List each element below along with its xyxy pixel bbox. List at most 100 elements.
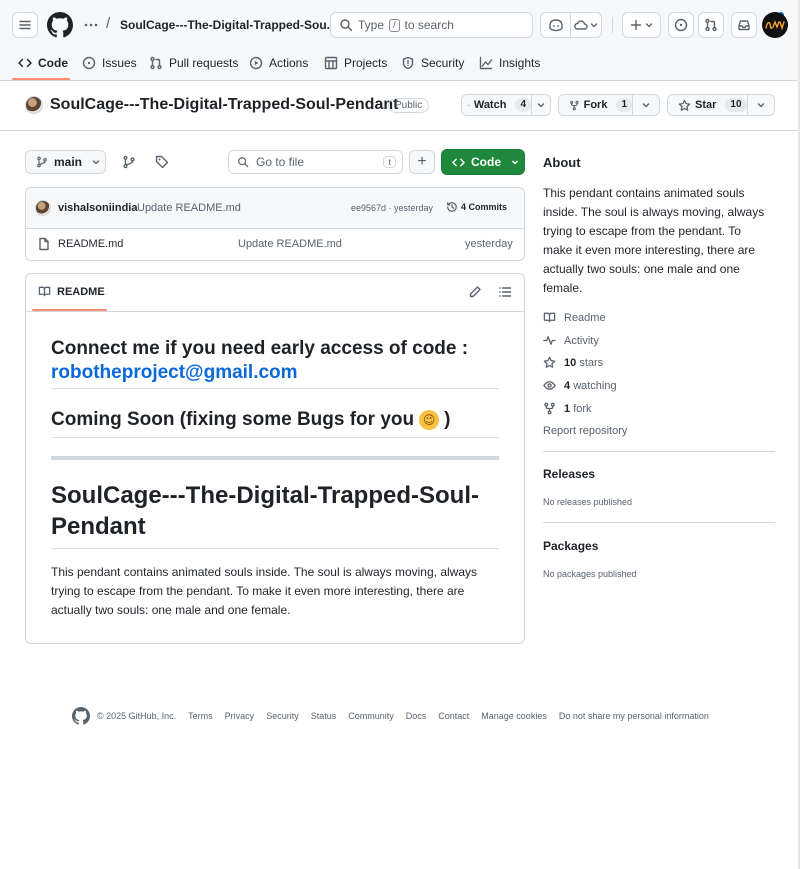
about-activity-link[interactable]: Activity [543,334,599,347]
tab-insights[interactable]: Insights [479,52,540,74]
tab-code[interactable]: Code [18,52,68,74]
tab-label: Projects [344,56,388,70]
add-file-button[interactable]: + [409,150,435,174]
code-button[interactable]: Code [441,149,525,175]
packages-heading[interactable]: Packages [543,539,598,553]
file-time: yesterday [465,238,513,250]
about-fork-link[interactable]: 1 fork [543,402,592,415]
breadcrumb-repo[interactable]: SoulCage---The-Digital-Trapped-Sou... [120,18,337,32]
email-link[interactable]: robotheproject@gmail.com [51,361,468,385]
github-logo-icon[interactable] [47,12,73,38]
file-icon [39,237,49,251]
watch-count: 4 [515,98,531,112]
about-watching-count: 4 [564,379,571,392]
repo-owner-avatar[interactable] [25,96,43,114]
footer-link-security[interactable]: Security [266,711,299,721]
readme-h1-divider [51,548,499,549]
readme-tab[interactable]: README [38,285,105,298]
footer-link-privacy[interactable]: Privacy [225,711,255,721]
book-icon [38,286,51,297]
footer-link-manage-cookies[interactable]: Manage cookies [481,711,547,721]
branch-selector[interactable]: main [25,150,106,174]
fork-icon [544,402,555,415]
footer-link-community[interactable]: Community [348,711,394,721]
inbox-button[interactable] [731,12,757,38]
book-icon [543,312,556,323]
pull-requests-shortcut-button[interactable] [698,12,724,38]
packages-empty: No packages published [543,569,637,579]
menu-button[interactable] [12,12,38,38]
repo-title[interactable]: SoulCage---The-Digital-Trapped-Soul-Pend… [50,96,398,114]
releases-heading[interactable]: Releases [543,467,595,481]
footer-link-do-not-share[interactable]: Do not share my personal information [559,711,709,721]
tab-pull-requests[interactable]: Pull requests [149,52,238,74]
plus-icon [630,19,642,31]
avatar-logo-icon [765,20,785,31]
repo-header-divider [0,130,800,131]
tab-projects[interactable]: Projects [324,52,387,74]
user-avatar[interactable] [762,12,788,38]
tab-label: Pull requests [169,56,239,70]
active-tab-underline [12,78,70,80]
footer-link-terms[interactable]: Terms [188,711,213,721]
about-watching-link[interactable]: 4 watching [543,379,617,392]
search-shortcut-key: / [389,18,400,32]
go-to-file-input[interactable]: Go to file t [228,150,403,174]
commit-message[interactable]: Update README.md [137,202,241,214]
file-name[interactable]: README.md [58,238,123,250]
watch-button[interactable]: Watch 4 [461,94,551,116]
github-logo-icon[interactable] [72,707,90,725]
create-new-button[interactable] [622,12,661,38]
tab-issues[interactable]: Issues [82,52,137,74]
about-stars-label: stars [579,356,604,369]
pull-request-icon [150,56,162,70]
search-input[interactable]: Type / to search [330,12,533,38]
shield-icon [402,56,414,70]
footer-copyright: © 2025 GitHub, Inc. [97,711,177,721]
tab-actions[interactable]: Actions [249,52,308,74]
issue-icon [82,56,96,70]
go-to-file-placeholder: Go to file [256,155,305,169]
sidebar-divider [543,522,775,523]
releases-empty: No releases published [543,497,633,507]
header-divider [612,17,613,33]
tag-icon[interactable] [155,155,169,169]
commits-link[interactable]: 4 Commits [446,201,507,213]
inbox-icon [738,20,750,31]
report-repository-link[interactable]: Report repository [543,425,627,437]
branch-icon [37,156,47,168]
readme-paragraph: This pendant contains animated souls ins… [51,563,477,620]
fork-count: 1 [616,98,632,112]
search-icon [238,157,249,168]
commit-hash-time[interactable]: ee9567d · yesterday [351,203,433,213]
branches-icon[interactable] [122,155,136,169]
copilot-button[interactable] [540,12,602,38]
about-readme-link[interactable]: Readme [543,311,606,324]
footer-link-contact[interactable]: Contact [438,711,469,721]
coming-soon-text: Coming Soon (fixing some Bugs for you [51,409,415,430]
code-icon [18,58,32,68]
issues-shortcut-button[interactable] [668,12,694,38]
fork-button[interactable]: Fork 1 [558,94,660,116]
about-watching-label: watching [573,379,617,392]
about-activity-label: Activity [564,334,599,347]
commit-author-avatar[interactable] [35,200,51,216]
search-suffix: to search [404,18,454,32]
readme-h2-contact: Connect me if you need early access of c… [51,337,468,385]
issue-icon [674,18,688,32]
star-label: Star [695,99,717,111]
cloud-icon [574,20,588,30]
visibility-badge: Public [388,98,430,113]
file-commit-message[interactable]: Update README.md [238,238,342,250]
more-options-icon[interactable] [83,18,99,32]
star-button[interactable]: Star 10 [667,94,775,116]
tab-security[interactable]: Security [401,52,464,74]
outline-list-icon[interactable] [498,285,512,299]
footer-link-docs[interactable]: Docs [406,711,427,721]
about-stars-link[interactable]: 10 stars [543,356,603,369]
commit-author[interactable]: vishalsoniindia [58,202,137,214]
fork-icon [570,100,579,110]
pencil-icon[interactable] [468,285,482,299]
tab-label: Code [38,56,68,70]
footer-link-status[interactable]: Status [311,711,337,721]
